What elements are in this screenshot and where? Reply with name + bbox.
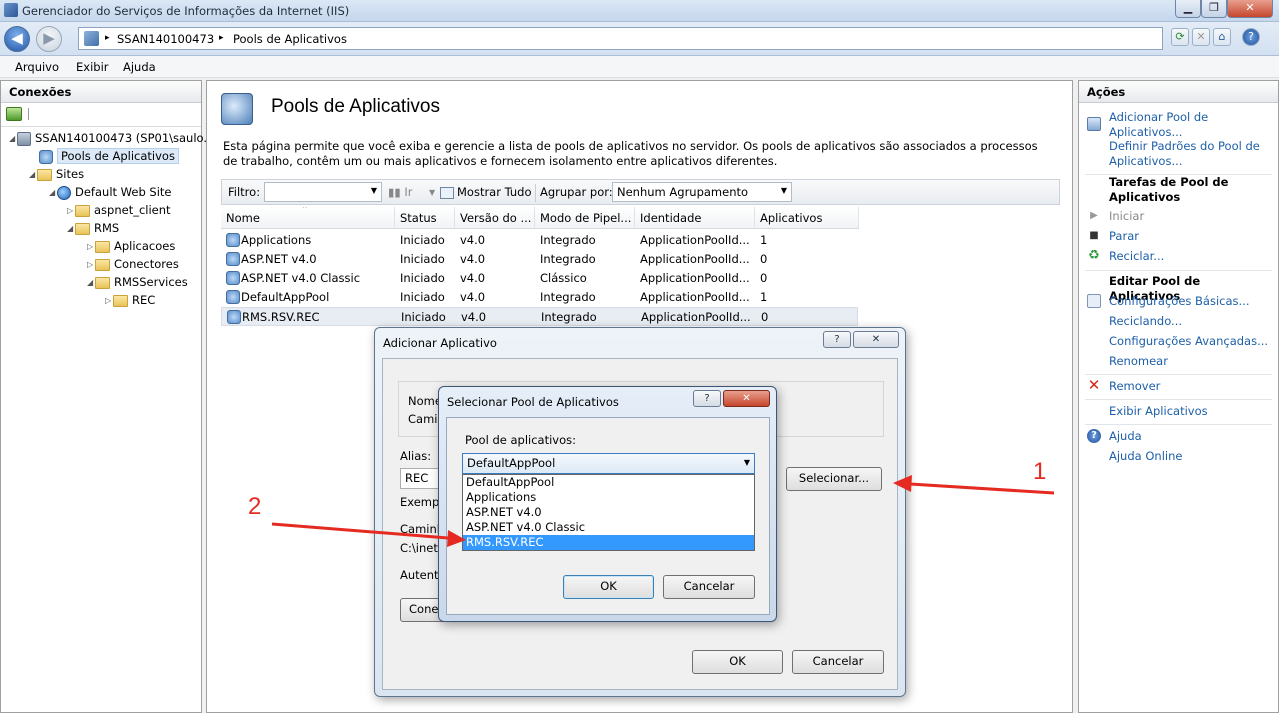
annotation-label-2: 2 [248, 493, 262, 520]
annotation-overlay [271, 475, 1055, 547]
annotation-label-1: 1 [1033, 458, 1047, 485]
annotation-arrow-1 [893, 475, 1055, 495]
annotation-arrow-2 [271, 522, 466, 547]
